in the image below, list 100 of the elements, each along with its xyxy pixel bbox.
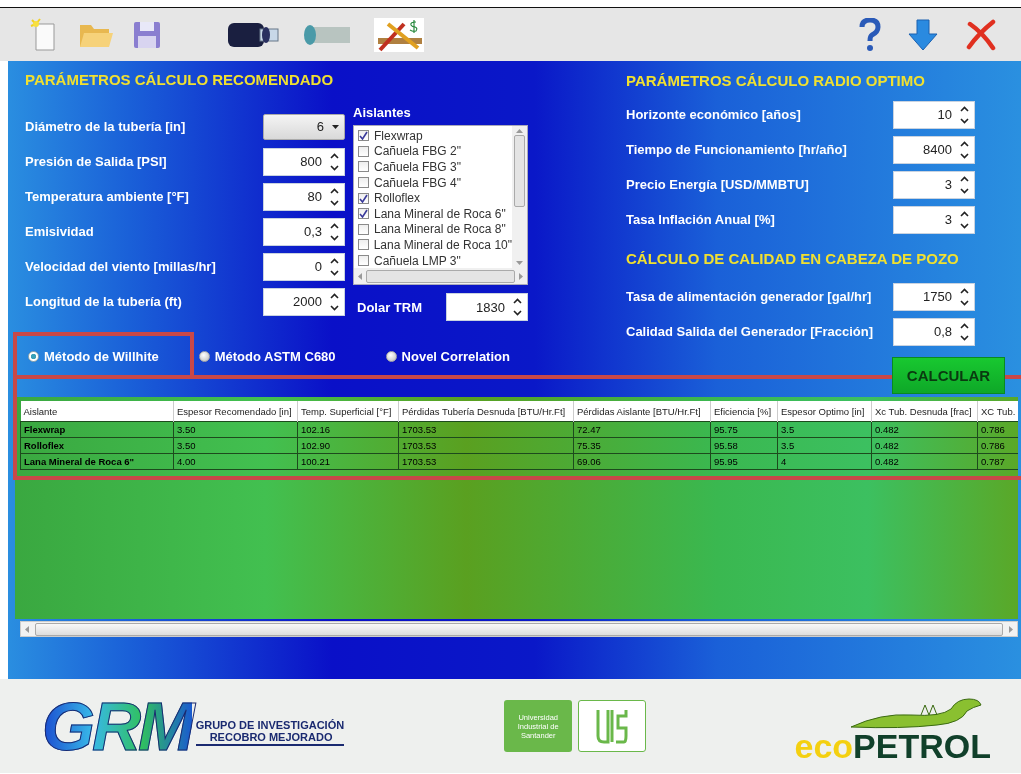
number-field[interactable]: 1830: [446, 293, 528, 321]
checkbox[interactable]: [358, 255, 369, 267]
checkbox[interactable]: [358, 177, 369, 189]
spinner-icon[interactable]: [960, 104, 969, 125]
table-cell: 3.50: [173, 437, 298, 454]
number-field[interactable]: 80: [263, 182, 345, 211]
checkbox-label: Cañuela FBG 3": [374, 160, 461, 174]
number-field[interactable]: 0,8: [893, 317, 975, 346]
field-label: Tasa de alimentación generador [gal/hr]: [626, 289, 873, 304]
field-label: Presión de Salida [PSI]: [25, 154, 168, 169]
pencil-ruler-icon[interactable]: [374, 17, 424, 52]
spinner-icon[interactable]: [960, 321, 969, 342]
radio-button[interactable]: [198, 351, 210, 362]
table-cell: 100.21: [297, 453, 399, 470]
column-header: Espesor Optimo [in]: [777, 401, 872, 422]
help-icon[interactable]: [859, 17, 881, 52]
table-cell: Rolloflex: [20, 437, 174, 454]
section-title: CÁLCULO DE CALIDAD EN CABEZA DE POZO: [626, 248, 960, 269]
spinner-icon[interactable]: [513, 297, 522, 317]
section-title: PARÁMETROS CÁLCULO RECOMENDADO: [25, 71, 335, 90]
table-cell: 102.90: [297, 437, 399, 454]
spinner-icon[interactable]: [960, 139, 969, 160]
up-arrow-icon[interactable]: [516, 129, 523, 133]
field-label: Calidad Salida del Generador [Fracción]: [626, 324, 875, 339]
column-header: Aislante: [20, 401, 174, 422]
number-field[interactable]: 3: [893, 170, 975, 199]
field-label: Precio Energía [USD/MMBTU]: [626, 177, 810, 192]
table-cell: 3.50: [173, 421, 298, 438]
spinner-icon[interactable]: [330, 186, 339, 207]
table-cell: 0.482: [871, 421, 978, 438]
checkbox[interactable]: [358, 208, 369, 220]
field-label: Dolar TRM: [356, 299, 422, 315]
section-title: PARÁMETROS CÁLCULO RADIO OPTIMO: [626, 72, 926, 91]
table-cell: 1703.53: [398, 453, 574, 470]
number-field[interactable]: 1750: [893, 282, 975, 311]
checkbox[interactable]: [358, 161, 369, 173]
checkbox[interactable]: [358, 239, 369, 251]
checkbox-label: Lana Mineral de Roca 10": [373, 237, 512, 252]
table-cell: 1703.53: [398, 437, 574, 454]
table-cell: 0.482: [871, 437, 978, 454]
number-field[interactable]: 10: [893, 100, 975, 129]
table-cell: 1703.53: [398, 421, 574, 438]
field-label: Tiempo de Funcionamiento [hr/año]: [626, 142, 848, 157]
calculate-button[interactable]: CALCULAR: [892, 357, 1005, 394]
number-field[interactable]: 800: [263, 147, 345, 176]
field-label: Diámetro de la tubería [in]: [25, 119, 187, 134]
column-header: XC Tub.: [977, 401, 1018, 422]
checkbox-label: Flexwrap: [374, 128, 423, 143]
number-field[interactable]: 0: [263, 252, 345, 281]
radio-button[interactable]: [385, 351, 397, 362]
logo-text: ecoPETROL: [794, 729, 991, 763]
list-title: Aislantes: [353, 105, 412, 120]
table-cell: 102.16: [297, 421, 399, 438]
spinner-icon[interactable]: [960, 286, 969, 307]
number-field[interactable]: 2000: [263, 287, 345, 316]
checkbox[interactable]: [358, 130, 369, 142]
logo-text: GRUPO DE INVESTIGACIÓN: [195, 719, 345, 731]
checkbox-label: Lana Mineral de Roca 8": [374, 222, 506, 237]
checkbox[interactable]: [358, 223, 369, 235]
column-header: Xc Tub. Desnuda [frac]: [871, 401, 978, 422]
down-arrow-icon[interactable]: [907, 17, 939, 52]
column-header: Espesor Recomendado [in]: [173, 401, 298, 422]
radio-button[interactable]: [28, 351, 39, 362]
logo-text: RECOBRO MEJORADO: [208, 731, 334, 743]
number-field[interactable]: 8400: [893, 135, 975, 164]
checkbox[interactable]: [358, 192, 369, 204]
radio-label: Novel Correlation: [401, 349, 510, 364]
checkbox[interactable]: [358, 145, 369, 157]
right-arrow-icon[interactable]: [1009, 625, 1013, 633]
spinner-icon[interactable]: [330, 151, 339, 172]
table-cell: 3.5: [777, 437, 872, 454]
dropdown[interactable]: 6: [263, 113, 345, 140]
left-arrow-icon[interactable]: [358, 272, 362, 280]
spinner-icon[interactable]: [960, 209, 969, 230]
checkbox-label: Rolloflex: [374, 191, 421, 206]
spinner-icon[interactable]: [330, 256, 339, 277]
field-label: Emisividad: [25, 224, 95, 239]
checkbox-label: Cañuela FBG 2": [374, 144, 461, 159]
close-icon[interactable]: [965, 18, 997, 51]
number-field[interactable]: 0,3: [263, 217, 345, 246]
horizontal-scrollbar[interactable]: [20, 621, 1018, 637]
table-cell: 75.35: [573, 437, 711, 454]
vertical-scrollbar[interactable]: [512, 126, 527, 268]
radio-label: Método ASTM C680: [214, 349, 336, 364]
caret-icon: [332, 124, 339, 129]
table-cell: Flexwrap: [20, 421, 174, 438]
table-cell: 4: [777, 453, 872, 470]
table-cell: 69.06: [573, 453, 711, 470]
spinner-icon[interactable]: [960, 174, 969, 195]
spinner-icon[interactable]: [330, 291, 339, 312]
down-arrow-icon[interactable]: [516, 261, 523, 265]
number-field[interactable]: 3: [893, 205, 975, 234]
spinner-icon[interactable]: [330, 221, 339, 242]
radio-label: Método de Willhite: [44, 349, 159, 364]
field-label: Longitud de la tubería (ft): [25, 294, 183, 309]
table-cell: 95.95: [710, 453, 778, 470]
field-label: Tasa Inflación Anual [%]: [626, 212, 776, 227]
horizontal-scrollbar[interactable]: [354, 268, 527, 284]
left-arrow-icon[interactable]: [25, 625, 29, 633]
right-arrow-icon[interactable]: [519, 272, 523, 280]
